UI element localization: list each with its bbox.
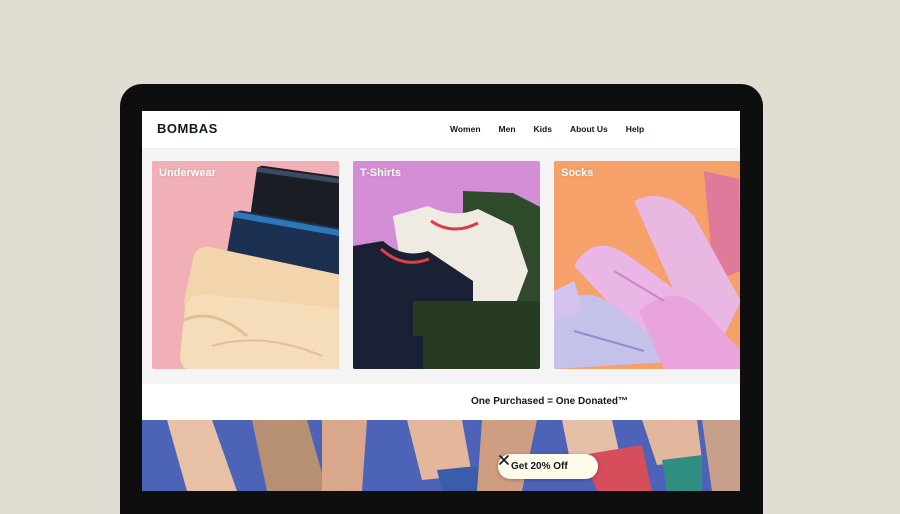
laptop-frame: BOMBAS Women Men Kids About Us Help Unde… xyxy=(120,84,763,514)
browser-screen: BOMBAS Women Men Kids About Us Help Unde… xyxy=(142,111,740,491)
close-icon[interactable] xyxy=(498,454,510,466)
hero-legs-image xyxy=(142,420,740,491)
category-card-t-shirts[interactable]: T-Shirts xyxy=(353,161,540,369)
t-shirts-product-image xyxy=(353,191,540,369)
mission-banner: One Purchased = One Donated™ xyxy=(142,384,740,420)
brand-logo[interactable]: BOMBAS xyxy=(157,121,218,136)
underwear-product-image xyxy=(180,165,339,369)
promo-label: Get 20% Off xyxy=(511,461,568,472)
main-nav: Women Men Kids About Us Help xyxy=(450,124,662,134)
hero-banner: Get 20% Off xyxy=(142,420,740,491)
socks-product-image xyxy=(554,171,740,369)
nav-item-about-us[interactable]: About Us xyxy=(570,124,608,134)
nav-item-men[interactable]: Men xyxy=(499,124,516,134)
category-grid: Underwear T-Shirts Socks xyxy=(142,149,740,384)
category-label-underwear: Underwear xyxy=(159,167,216,179)
category-card-underwear[interactable]: Underwear xyxy=(152,161,339,369)
mission-text: One Purchased = One Donated™ xyxy=(471,396,628,407)
site-header: BOMBAS Women Men Kids About Us Help xyxy=(142,111,740,149)
discount-promo-pill[interactable]: Get 20% Off xyxy=(498,454,598,479)
nav-item-women[interactable]: Women xyxy=(450,124,481,134)
category-card-socks[interactable]: Socks xyxy=(554,161,740,369)
category-label-socks: Socks xyxy=(561,167,594,179)
nav-item-kids[interactable]: Kids xyxy=(534,124,552,134)
nav-item-help[interactable]: Help xyxy=(626,124,644,134)
category-label-t-shirts: T-Shirts xyxy=(360,167,401,179)
